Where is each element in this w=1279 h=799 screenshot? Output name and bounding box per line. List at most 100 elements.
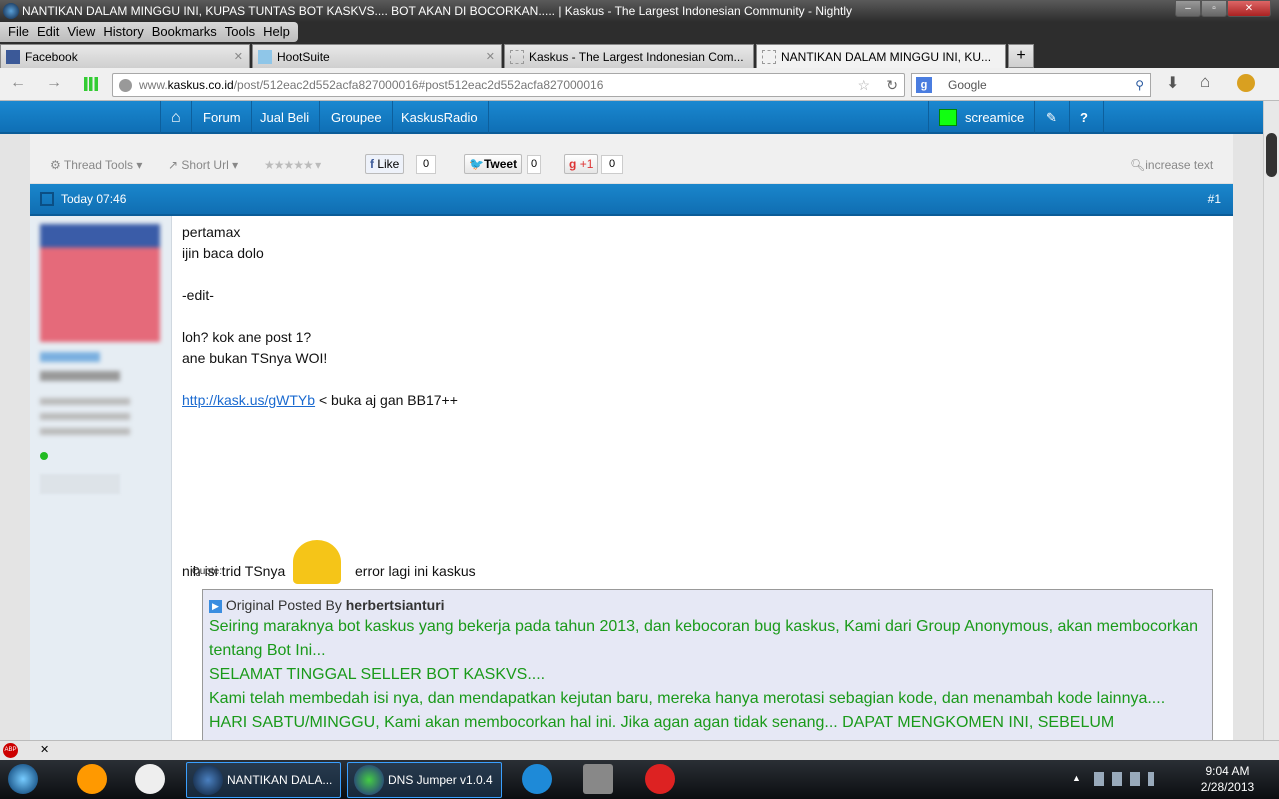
quote-line: Seiring maraknya bot kaskus yang bekerja… <box>209 618 1199 659</box>
aimp-icon[interactable] <box>77 764 107 794</box>
addon-icon[interactable] <box>1237 74 1255 92</box>
nav-kaskusradio[interactable]: KaskusRadio <box>391 101 489 134</box>
close-tab-icon[interactable]: ✕ <box>234 50 243 63</box>
nav-groupee[interactable]: Groupee <box>321 101 393 134</box>
short-link[interactable]: http://kask.us/gWTYb <box>182 392 315 408</box>
tab-label: NANTIKAN DALAM MINGGU INI, KU... <box>781 49 992 64</box>
blurred-rank <box>40 371 120 381</box>
home-icon[interactable]: ⌂ <box>1200 72 1210 92</box>
tab-label: HootSuite <box>277 49 330 64</box>
close-addon-bar-icon[interactable]: ✕ <box>40 743 49 756</box>
back-icon[interactable]: ← <box>10 74 26 92</box>
maximize-button[interactable]: ▫ <box>1201 0 1227 17</box>
post-line: -edit- <box>182 287 214 303</box>
new-tab-button[interactable]: + <box>1008 44 1034 68</box>
reload-icon[interactable]: ↻ <box>886 74 898 96</box>
start-button[interactable] <box>8 764 38 794</box>
post-line: error lagi ini kaskus <box>355 563 476 579</box>
menu-help[interactable]: Help <box>259 22 294 42</box>
home-icon[interactable]: ⌂ <box>160 101 192 134</box>
adblock-icon[interactable]: ABP <box>3 743 18 758</box>
tray-icons[interactable] <box>1094 772 1154 786</box>
search-placeholder: Google <box>948 78 987 92</box>
post-line: pertamax <box>182 224 241 240</box>
quote-line: Kami telah membedah isi nya, dan mendapa… <box>209 690 1166 707</box>
go-to-post-icon[interactable]: ▶ <box>209 600 222 613</box>
close-tab-icon[interactable]: ✕ <box>486 50 495 63</box>
nav-jual-beli[interactable]: Jual Beli <box>250 101 321 134</box>
post-body: pertamax ijin baca dolo -edit- loh? kok … <box>182 222 1222 584</box>
google-plus-button[interactable]: g +1 <box>564 154 599 174</box>
app-icon[interactable] <box>135 764 165 794</box>
bookmark-star-icon[interactable]: ☆ <box>857 74 870 96</box>
thread-toolbar: ⚙ Thread Tools ▾ ↗ Short Url ▾ ★★★★★ ▾ f… <box>30 134 1233 184</box>
tab-hootsuite[interactable]: HootSuite ✕ <box>252 44 502 68</box>
help-icon[interactable]: ? <box>1070 101 1104 134</box>
facebook-icon <box>6 49 20 64</box>
thread-content: ⚙ Thread Tools ▾ ↗ Short Url ▾ ★★★★★ ▾ f… <box>30 134 1233 740</box>
increase-text-link[interactable]: 🔍︎increase text <box>1130 158 1213 172</box>
forward-icon[interactable]: → <box>46 74 62 92</box>
minimize-button[interactable]: – <box>1175 0 1201 17</box>
tab-label: Facebook <box>25 49 78 64</box>
menu-file[interactable]: File <box>4 22 33 42</box>
page-icon <box>510 49 524 64</box>
window-titlebar: NANTIKAN DALAM MINGGU INI, KUPAS TUNTAS … <box>0 0 1279 22</box>
tab-strip: Facebook ✕ HootSuite ✕ Kaskus - The Larges… <box>0 42 1279 68</box>
facebook-like-button[interactable]: f Like <box>365 154 405 174</box>
taskbar-item-browser[interactable]: NANTIKAN DALA... <box>186 762 341 798</box>
tab-current[interactable]: NANTIKAN DALAM MINGGU INI, KU... <box>756 44 1006 68</box>
clock[interactable]: 9:04 AM 2/28/2013 <box>1190 763 1265 795</box>
window-title: NANTIKAN DALAM MINGGU INI, KUPAS TUNTAS … <box>22 4 853 18</box>
post-line: ane bukan TSnya WOI! <box>182 350 328 366</box>
menu-bookmarks[interactable]: Bookmarks <box>148 22 221 42</box>
short-url-dropdown[interactable]: ↗ Short Url ▾ <box>168 158 238 172</box>
thread-tools-dropdown[interactable]: ⚙ Thread Tools ▾ <box>50 158 142 172</box>
url-bar[interactable]: www.kaskus.co.id/post/512eac2d552acfa827… <box>112 73 905 97</box>
menu-edit[interactable]: Edit <box>33 22 63 42</box>
url-path: /post/512eac2d552acfa827000016#post512ea… <box>233 78 604 92</box>
user-menu[interactable]: screamice <box>928 101 1036 134</box>
post-line: ijin baca dolo <box>182 245 264 261</box>
quote-line: HARI SABTU/MINGGU, Kami akan membocorkan… <box>209 714 1115 731</box>
tab-facebook[interactable]: Facebook ✕ <box>0 44 250 68</box>
page-icon <box>762 49 776 64</box>
rating-stars[interactable]: ★★★★★ ▾ <box>264 158 321 172</box>
post-header: Today 07:46 #1 <box>30 184 1233 216</box>
taskbar-item-dns-jumper[interactable]: DNS Jumper v1.0.4 <box>347 762 502 798</box>
taskbar: NANTIKAN DALA... DNS Jumper v1.0.4 ▲ 9:0… <box>0 760 1279 799</box>
scrollbar-thumb[interactable] <box>1266 133 1277 177</box>
user-sidebar <box>30 216 172 740</box>
nav-forum[interactable]: Forum <box>193 101 252 134</box>
post-number[interactable]: #1 <box>1208 184 1221 214</box>
post-time: Today 07:46 <box>61 192 127 206</box>
menu-view[interactable]: View <box>63 22 99 42</box>
menu-bar: File Edit View History Bookmarks Tools H… <box>0 22 1279 42</box>
addon-bar: ABP ✕ <box>0 740 1279 760</box>
search-icon[interactable]: ⚲ <box>1135 74 1144 96</box>
quote-box: ▶ Original Posted By herbertsianturi Sei… <box>202 589 1213 740</box>
vertical-scrollbar[interactable] <box>1263 101 1279 740</box>
close-button[interactable]: ✕ <box>1227 0 1271 17</box>
ccleaner-c-icon[interactable] <box>522 764 552 794</box>
quote-line: SELAMAT TINGGAL SELLER BOT KASKVS.... <box>209 666 546 683</box>
edit-pencil-icon[interactable]: ✎ <box>1036 101 1070 134</box>
tab-kaskus[interactable]: Kaskus - The Largest Indonesian Com... <box>504 44 754 68</box>
google-icon: g <box>916 77 932 93</box>
app-icon[interactable] <box>583 764 613 794</box>
ccleaner-icon[interactable] <box>645 764 675 794</box>
search-input[interactable]: g Google ⚲ <box>911 73 1151 97</box>
user-avatar[interactable] <box>40 224 160 342</box>
menu-history[interactable]: History <box>99 22 147 42</box>
tweet-button[interactable]: 🐦Tweet <box>464 154 523 174</box>
show-hidden-icons[interactable]: ▲ <box>1072 773 1081 783</box>
quote-author: herbertsianturi <box>345 597 445 613</box>
link-suffix: < buka aj gan BB17++ <box>315 392 458 408</box>
tab-label: Kaskus - The Largest Indonesian Com... <box>529 49 744 64</box>
quote-label: Quote: <box>192 566 223 577</box>
downloads-icon[interactable]: ⬇ <box>1166 73 1179 93</box>
user-action-buttons[interactable] <box>40 474 120 494</box>
menu-tools[interactable]: Tools <box>221 22 259 42</box>
kaskus-navbar: ⌂ Forum Jual Beli Groupee KaskusRadio sc… <box>0 101 1263 134</box>
signal-icon <box>84 77 98 91</box>
